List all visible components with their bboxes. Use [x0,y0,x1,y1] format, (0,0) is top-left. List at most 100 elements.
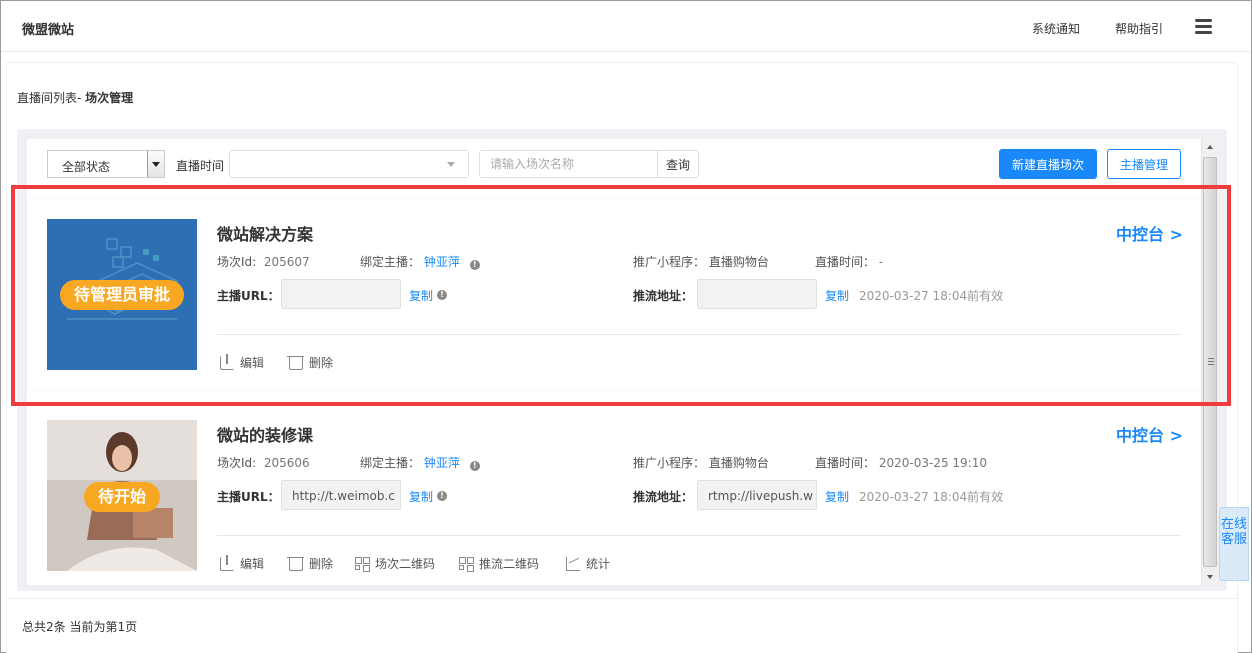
live-time-meta-value: - [878,255,884,269]
session-card: 待开始 微站的装修课 中控台 > 场次Id: 205606 绑定主播： 钟亚萍 … [27,400,1201,585]
session-title: 微站解决方案 [217,225,314,244]
bound-anchor: 绑定主播： 钟亚萍 ! [360,454,480,471]
status-select[interactable]: 全部状态 [47,150,165,178]
info-icon[interactable]: ! [469,260,480,270]
session-id-label: 场次Id: [217,456,257,470]
footer-bar [7,598,1237,653]
live-time: 直播时间： - [815,253,883,270]
copy-push-url-link[interactable]: 复制 [825,488,849,505]
push-url-label: 推流地址： [633,289,694,303]
search-button[interactable]: 查询 [657,150,699,178]
bound-anchor-link[interactable]: 钟亚萍 [424,255,460,269]
anchor-url-label: 主播URL： [217,490,280,504]
push-qr-action[interactable]: 推流二维码 [459,555,539,572]
status-badge: 待管理员审批 [59,280,185,310]
push-qr-label: 推流二维码 [479,557,540,571]
pagination-summary: 总共2条 当前为第1页 [22,620,138,634]
push-url-label: 推流地址： [633,490,694,504]
breadcrumb: 直播间列表- 场次管理 [17,89,133,106]
vertical-scrollbar[interactable] [1201,139,1218,585]
session-thumbnail[interactable]: 待开始 [47,420,197,571]
live-time-label: 直播时间 [176,159,225,173]
edit-action[interactable]: 编辑 [220,353,265,371]
grip-icon [1208,358,1214,365]
delete-action[interactable]: 删除 [287,354,334,371]
push-url-field[interactable] [697,279,817,309]
anchor-url-field[interactable] [281,279,401,309]
chevron-down-icon[interactable] [147,151,164,177]
online-service-button[interactable]: 在线客服 [1219,507,1249,581]
trash-icon [287,556,304,571]
session-id: 场次Id: 205606 [217,454,310,471]
anchor-management-button[interactable]: 主播管理 [1107,149,1181,179]
push-url-field[interactable]: rtmp://livepush.w [697,480,817,510]
brand-title: 微盟微站 [22,23,75,38]
promo-miniapp: 推广小程序： 直播购物台 [633,253,769,270]
valid-until-text: 2020-03-27 18:04前有效 [859,490,1004,504]
session-qr-action[interactable]: 场次二维码 [355,555,435,572]
divider [217,535,1181,536]
copy-push-url-link[interactable]: 复制 [825,287,849,304]
live-time-select[interactable] [229,150,469,178]
copy-anchor-url-link[interactable]: 复制 [409,287,433,304]
edit-icon [220,353,234,370]
caret-down-icon [447,162,455,167]
session-id-value: 205606 [263,456,310,470]
promo-miniapp-value: 直播购物台 [708,456,769,470]
live-time: 直播时间： 2020-03-25 19:10 [815,454,987,471]
live-time-meta-value: 2020-03-25 19:10 [878,456,987,470]
control-panel-link[interactable]: 中控台 > [1116,422,1183,446]
info-icon[interactable]: ! [437,491,447,501]
delete-label: 删除 [309,356,334,370]
breadcrumb-current: 场次管理 [85,91,134,105]
nav-help-guide[interactable]: 帮助指引 [1115,20,1163,37]
promo-miniapp-label: 推广小程序： [633,456,706,470]
hamburger-icon[interactable] [1195,19,1212,35]
bound-anchor-label: 绑定主播： [360,255,421,269]
stats-action[interactable]: 统计 [566,555,610,572]
nav-system-notice[interactable]: 系统通知 [1032,20,1080,37]
live-time-meta-label: 直播时间： [815,255,876,269]
session-id: 场次Id: 205607 [217,253,310,270]
delete-label: 删除 [309,557,334,571]
info-icon[interactable]: ! [437,290,447,300]
edit-icon [220,554,234,571]
new-live-session-button[interactable]: 新建直播场次 [999,149,1097,179]
stats-label: 统计 [586,557,611,571]
session-id-label: 场次Id: [217,255,257,269]
divider [217,334,1181,335]
delete-action[interactable]: 删除 [287,555,334,572]
edit-label: 编辑 [240,356,265,370]
trash-icon [287,355,304,370]
promo-miniapp: 推广小程序： 直播购物台 [633,454,769,471]
line-chart-icon [566,556,580,571]
top-bar: 微盟微站 系统通知 帮助指引 [1,1,1251,52]
anchor-url-field[interactable]: http://t.weimob.c [281,480,401,510]
live-time-meta-label: 直播时间： [815,456,876,470]
scroll-up-arrow-icon[interactable] [1202,139,1219,156]
promo-miniapp-label: 推广小程序： [633,255,706,269]
session-name-search-input[interactable] [479,150,658,178]
qr-code-icon [355,556,370,571]
info-icon[interactable]: ! [469,461,480,471]
bound-anchor-link[interactable]: 钟亚萍 [424,456,460,470]
control-panel-link[interactable]: 中控台 > [1116,221,1183,245]
session-card: 待管理员审批 微站解决方案 中控台 > 场次Id: 205607 绑定主播： 钟… [27,199,1201,390]
scroll-down-arrow-icon[interactable] [1202,568,1219,585]
edit-action[interactable]: 编辑 [220,554,265,572]
anchor-url-label: 主播URL： [217,289,280,303]
copy-anchor-url-link[interactable]: 复制 [409,488,433,505]
promo-miniapp-value: 直播购物台 [708,255,769,269]
session-thumbnail[interactable]: 待管理员审批 [47,219,197,370]
session-id-value: 205607 [263,255,310,269]
edit-label: 编辑 [240,557,265,571]
scrollbar-thumb[interactable] [1203,157,1217,567]
bound-anchor: 绑定主播： 钟亚萍 ! [360,253,480,270]
status-badge: 待开始 [83,482,161,512]
qr-code-icon [459,556,474,571]
status-select-value: 全部状态 [62,160,111,174]
bound-anchor-label: 绑定主播： [360,456,421,470]
session-qr-label: 场次二维码 [375,557,436,571]
breadcrumb-prefix[interactable]: 直播间列表- [17,91,85,105]
session-title: 微站的装修课 [217,426,314,445]
